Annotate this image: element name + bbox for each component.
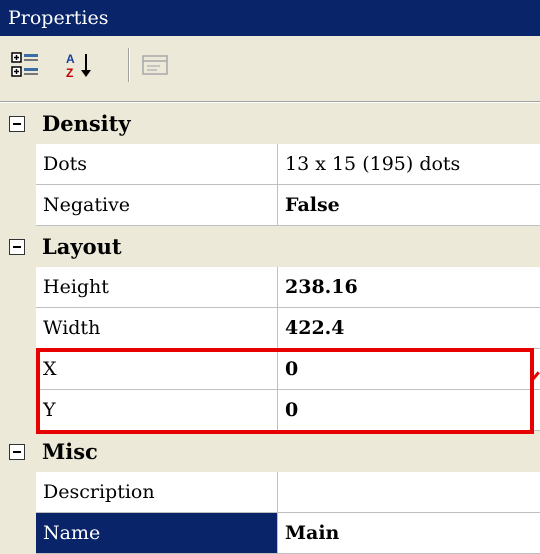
categorized-icon — [11, 52, 38, 77]
row-gutter — [0, 513, 36, 554]
row-gutter — [0, 472, 36, 513]
property-row-negative[interactable]: Negative False — [0, 185, 540, 226]
property-pages-icon — [142, 55, 168, 75]
collapse-toggle-icon[interactable] — [9, 239, 25, 255]
property-value[interactable]: False — [278, 185, 540, 226]
property-name[interactable]: Y — [36, 390, 278, 431]
svg-text:Z: Z — [66, 66, 73, 80]
property-value[interactable]: 13 x 15 (195) dots — [278, 144, 540, 185]
row-gutter — [0, 185, 36, 226]
property-name[interactable]: Negative — [36, 185, 278, 226]
category-label: Misc — [42, 439, 98, 464]
property-name[interactable]: Description — [36, 472, 278, 513]
property-value[interactable]: 422.4 — [278, 308, 540, 349]
property-value[interactable]: Main — [278, 513, 540, 554]
collapse-toggle-icon[interactable] — [9, 116, 25, 132]
property-name[interactable]: Name — [36, 513, 278, 554]
row-gutter — [0, 308, 36, 349]
property-name[interactable]: X — [36, 349, 278, 390]
properties-title-bar: Properties — [0, 0, 540, 36]
row-gutter — [0, 349, 36, 390]
property-value[interactable] — [278, 472, 540, 513]
property-row-y[interactable]: Y 0 — [0, 390, 540, 431]
property-name[interactable]: Height — [36, 267, 278, 308]
property-value[interactable]: 0 — [278, 390, 540, 431]
property-row-description[interactable]: Description — [0, 472, 540, 513]
category-misc[interactable]: Misc — [0, 431, 540, 472]
property-row-height[interactable]: Height 238.16 — [0, 267, 540, 308]
property-grid: Density Dots 13 x 15 (195) dots Negative… — [0, 103, 540, 554]
alphabetical-button[interactable]: A Z — [64, 50, 94, 80]
toolbar-separator — [128, 48, 129, 82]
property-name[interactable]: Width — [36, 308, 278, 349]
collapse-toggle-icon[interactable] — [9, 444, 25, 460]
property-value[interactable]: 0 — [278, 349, 540, 390]
row-gutter — [0, 390, 36, 431]
category-layout[interactable]: Layout — [0, 226, 540, 267]
svg-text:A: A — [66, 52, 75, 66]
property-row-name[interactable]: Name Main — [0, 513, 540, 554]
row-gutter — [0, 144, 36, 185]
property-row-dots[interactable]: Dots 13 x 15 (195) dots — [0, 144, 540, 185]
window-title: Properties — [8, 7, 109, 29]
property-name[interactable]: Dots — [36, 144, 278, 185]
alphabetical-sort-icon: A Z — [66, 52, 91, 80]
row-gutter — [0, 267, 36, 308]
property-value[interactable]: 238.16 — [278, 267, 540, 308]
category-label: Layout — [42, 234, 122, 259]
property-pages-button — [140, 50, 170, 80]
categorized-button[interactable] — [10, 50, 40, 80]
category-density[interactable]: Density — [0, 103, 540, 144]
properties-toolbar: A Z — [0, 36, 540, 102]
category-label: Density — [42, 111, 131, 136]
property-row-width[interactable]: Width 422.4 — [0, 308, 540, 349]
property-row-x[interactable]: X 0 — [0, 349, 540, 390]
